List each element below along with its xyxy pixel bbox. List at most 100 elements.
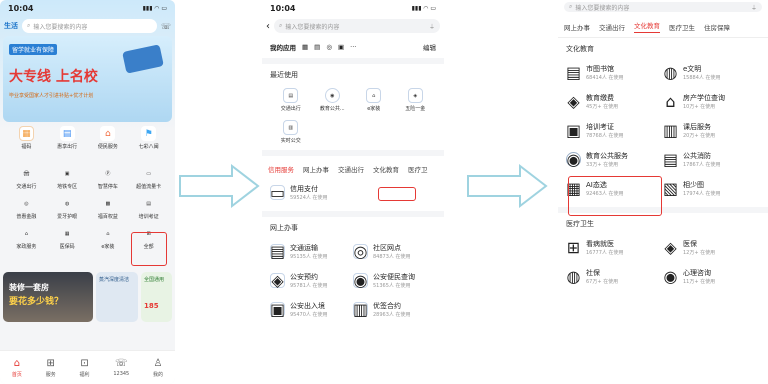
app-icon[interactable]: ▣	[338, 43, 344, 51]
promo-left-card[interactable]: 装修一套房 要花多少钱？	[3, 272, 93, 322]
query-icon: ◉	[353, 271, 368, 290]
tab-services[interactable]: ⊞ 服务	[46, 358, 56, 378]
metro-icon: ▣	[64, 170, 70, 177]
promo-mid-card[interactable]: 蒸汽深度清洁	[96, 272, 138, 322]
quick-item-travel[interactable]: ▤ 惠享出行	[47, 126, 88, 150]
search-bar[interactable]: ⌕ 输入您要搜索的内容	[22, 19, 157, 33]
tab-mine[interactable]: ♙ 我的	[153, 358, 163, 378]
tab-medical[interactable]: 医疗卫	[408, 164, 428, 174]
tab-online[interactable]: 网上办事	[564, 22, 590, 32]
fire-truck-icon: ▤	[662, 150, 679, 169]
phone-culture-education-screen: ⌕ 输入您要搜索的内容 ⏚ 网上办事 交通出行 文化教育 医疗卫生 住房保障 文…	[558, 0, 768, 384]
recent-item[interactable]: ◉ 教育公共...	[312, 88, 354, 112]
tab-online[interactable]: 网上办事	[303, 164, 329, 174]
police-icon: ◈	[270, 271, 285, 290]
car-icon: ▤	[283, 88, 299, 103]
recent-item[interactable]: ▥ 实时公交	[270, 120, 312, 144]
culture-item-education-public[interactable]: ◉ 教育公共服务 33万+ 在使用	[566, 150, 663, 169]
quick-item-fuma[interactable]: ▦ 福码	[6, 126, 47, 150]
culture-item[interactable]: ▧ 相少图 17974人 在使用	[663, 179, 760, 198]
tab-transport[interactable]: 交通出行	[599, 22, 625, 32]
recent-item[interactable]: ◈ 五险一金	[395, 88, 437, 112]
culture-item[interactable]: ▥ 课后服务 20万+ 在使用	[663, 121, 760, 140]
education-icon: ◉	[324, 88, 340, 103]
parking-icon: Ⓟ	[105, 171, 111, 177]
mic-icon[interactable]: ⏚	[751, 3, 757, 12]
more-icon[interactable]: ···	[350, 43, 356, 51]
recent-item[interactable]: ▤ 交通出行	[270, 88, 312, 112]
recent-section: 最近使用 ▤ 交通出行 ◉ 教育公共... ⌂ e家装 ◈ 五险一金 ▥ 实时公交	[262, 64, 444, 150]
online-title: 网上办事	[270, 224, 298, 232]
culture-item[interactable]: ▣ 培训考证 78768人 在使用	[565, 121, 663, 140]
back-icon[interactable]: ‹	[266, 21, 270, 32]
tutorial-screenshot: 10:04 ▮▮▮ ◠ ▭ 生活 ⌕ 输入您要搜索的内容 ☏ 留学就业有保障 大…	[0, 0, 768, 384]
tab-12345[interactable]: ☏ 12345	[113, 358, 129, 377]
service-item[interactable]: ▩ 福百权益	[88, 196, 129, 221]
tab-housing[interactable]: 住房保障	[704, 22, 730, 32]
medical-item[interactable]: ⊞ 看病就医 16777人 在使用	[566, 238, 663, 257]
app-icon[interactable]: ▦	[302, 43, 308, 51]
tab-medical[interactable]: 医疗卫生	[669, 22, 695, 32]
service-item[interactable]: ◍ 爱牙护眼	[47, 196, 88, 221]
service-item[interactable]: Ⓟ 智慧停车	[88, 166, 129, 190]
culture-item[interactable]: ⌂ 房产学位查询 10万+ 在使用	[663, 92, 760, 111]
app-icon[interactable]: ▤	[314, 43, 320, 51]
culture-item[interactable]: ◈ 教育缴费 45万+ 在使用	[566, 92, 663, 111]
service-item[interactable]: ▣ 地铁专区	[47, 166, 88, 191]
medical-item[interactable]: ◉ 心理咨询 11万+ 在使用	[663, 267, 760, 286]
finance-icon: ◎	[24, 200, 29, 207]
mic-icon[interactable]: ⏚	[429, 22, 435, 31]
header: ⌕ 输入您要搜索的内容 ⏚	[558, 0, 768, 14]
culture-item[interactable]: ◍ e文明 15884人 在使用	[663, 63, 760, 82]
online-item[interactable]: ▥ 优签合约 28963人 在使用	[352, 300, 436, 319]
promo-banner[interactable]: 留学就业有保障 大专线 上名校 毕业享受国家人才引进补贴+优才计划	[3, 36, 172, 122]
medical-item[interactable]: ◈ 医保 12万+ 在使用	[663, 238, 760, 257]
service-item[interactable]: ▭ 超值流量卡	[128, 166, 169, 191]
header: 生活 ⌕ 输入您要搜索的内容 ☏	[0, 16, 175, 36]
search-bar[interactable]: ⌕ 输入您要搜索的内容 ⏚	[564, 2, 762, 12]
culture-item[interactable]: ▤ 市图书馆 68414人 在使用	[566, 63, 663, 82]
psychology-icon: ◉	[663, 267, 678, 286]
online-item[interactable]: ◉ 公安便民查询 51365人 在使用	[353, 271, 436, 290]
promo-right-card[interactable]: 全国通用 185	[141, 272, 172, 322]
online-item[interactable]: ◎ 社区网点 84873人 在使用	[353, 242, 436, 261]
service-item[interactable]: ⌂ e家装	[88, 226, 129, 251]
search-placeholder: 输入您要搜索的内容	[575, 4, 630, 12]
bus-icon: ▥	[283, 120, 299, 135]
status-bar: 10:04 ▮▮▮ ◠ ▭	[0, 0, 175, 16]
app-icon[interactable]: ◎	[326, 43, 332, 51]
service-item[interactable]: ▤ 培训考证	[128, 196, 169, 221]
service-item[interactable]: ◎ 普惠金融	[6, 196, 47, 221]
contract-icon: ▥	[352, 300, 369, 319]
tab-home[interactable]: ⌂ 首页	[12, 358, 22, 378]
truck-icon: ▤	[269, 242, 286, 261]
bus-icon: ▤	[59, 126, 75, 141]
civilization-icon: ◍	[663, 63, 678, 82]
tab-culture-education[interactable]: 文化教育	[634, 20, 660, 33]
sim-card-icon: ▭	[146, 170, 151, 177]
certificate-icon: ▣	[565, 121, 582, 140]
credit-service-row[interactable]: ▭ 信用支付 59524人 在使用	[262, 178, 444, 207]
culture-item[interactable]: ▤ 公共消防 17867人 在使用	[662, 150, 760, 169]
medical-item[interactable]: ◍ 社保 67万+ 在使用	[566, 267, 663, 286]
message-icon[interactable]: ☏	[161, 22, 171, 31]
gift-icon: ⊡	[80, 357, 89, 369]
edit-button[interactable]: 编辑	[423, 42, 436, 52]
recent-item[interactable]: ⌂ e家装	[353, 88, 395, 112]
service-item[interactable]: 🚘︎ 交通出行	[6, 166, 47, 191]
quick-item-qicai[interactable]: ⚑ 七彩八闽	[128, 126, 169, 150]
search-bar[interactable]: ⌕ 输入您要搜索的内容 ⏚	[274, 19, 440, 33]
online-item[interactable]: ◈ 公安预约 95781人 在使用	[270, 271, 353, 290]
quick-item-convenience[interactable]: ⌂ 便民服务	[88, 126, 129, 150]
online-item[interactable]: ▣ 公安出入境 95470人 在使用	[270, 300, 353, 319]
service-item[interactable]: ⌂ 家政服务	[6, 226, 47, 251]
service-item[interactable]: ▦ 医保码	[47, 226, 88, 251]
tab-transport[interactable]: 交通出行	[338, 164, 364, 174]
city-label[interactable]: 生活	[4, 21, 18, 31]
online-section: 网上办事 ▤ 交通运输 95135人 在使用 ◎ 社区网点 84873人 在使用 ◈ 公安…	[262, 217, 444, 324]
status-time: 10:04	[8, 3, 34, 13]
online-item[interactable]: ▤ 交通运输 95135人 在使用	[269, 242, 353, 261]
tab-credit[interactable]: 信用服务	[268, 164, 294, 174]
tab-welfare[interactable]: ⊡ 福利	[80, 358, 90, 378]
tab-culture-education[interactable]: 文化教育	[373, 164, 399, 174]
